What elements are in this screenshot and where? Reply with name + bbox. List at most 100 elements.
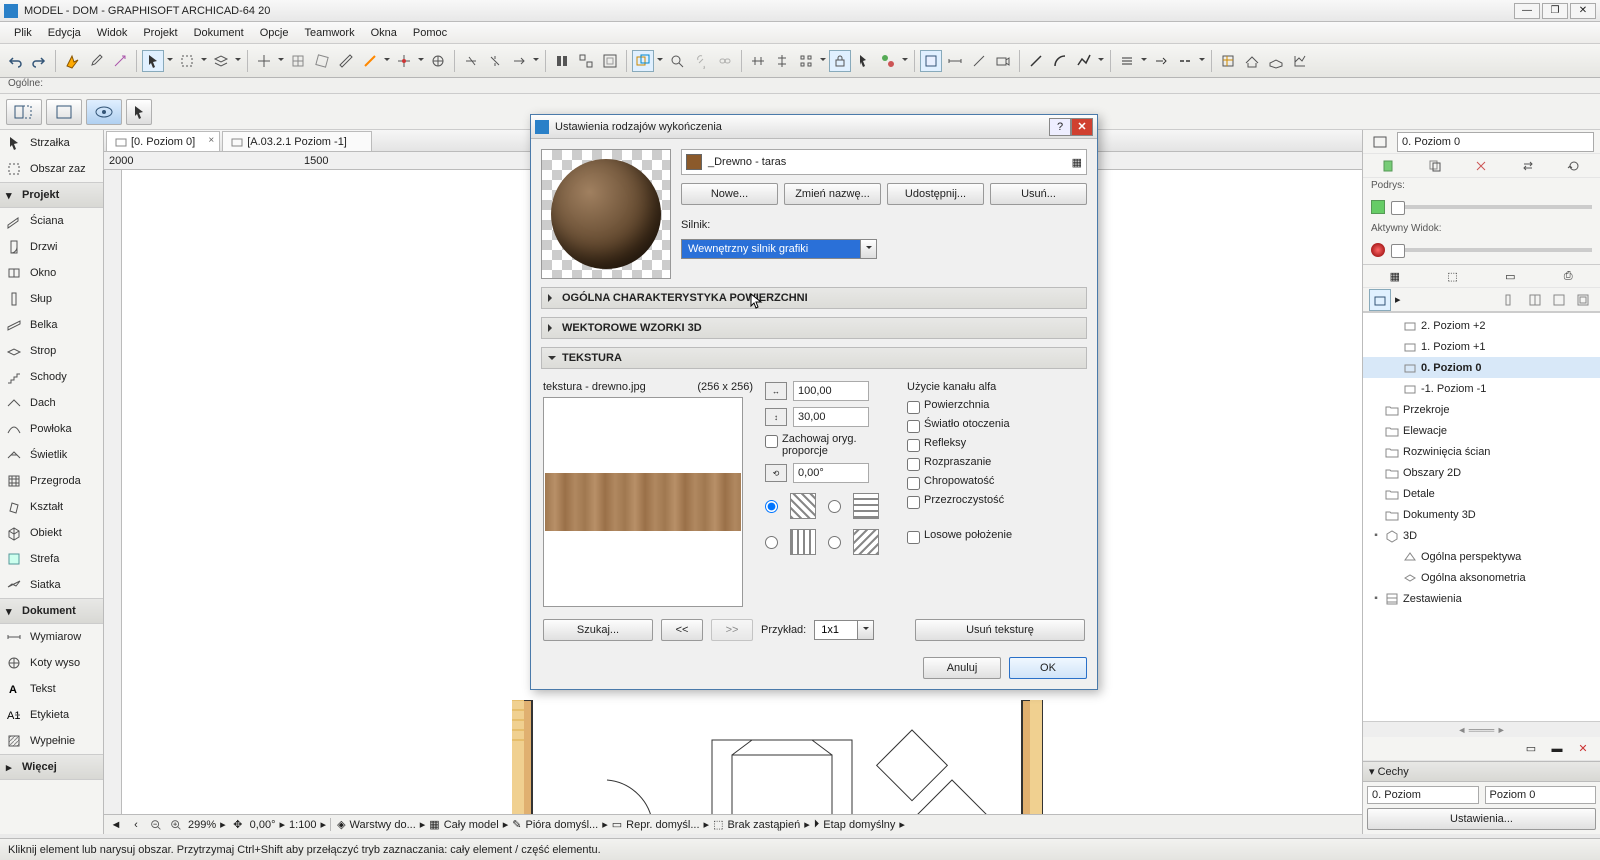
override-combo[interactable]: Brak zastąpień [727, 819, 800, 831]
next-button[interactable]: >> [711, 619, 753, 641]
tool-slab[interactable]: Strop [0, 338, 103, 364]
align-h-icon[interactable] [747, 50, 769, 72]
nav-swap-icon[interactable] [1517, 155, 1539, 177]
chain-icon[interactable] [714, 50, 736, 72]
share-button[interactable]: Udostępnij... [887, 183, 984, 205]
tree-item[interactable]: ▪3D [1363, 525, 1600, 546]
tree-item[interactable]: 0. Poziom 0 [1363, 357, 1600, 378]
section-vector3d[interactable]: WEKTOROWE WZORKI 3D [541, 317, 1087, 339]
nav-prev-icon[interactable]: ‹ [128, 817, 144, 833]
cursor-mode-dropdown[interactable] [166, 58, 174, 64]
alpha-checkbox-1[interactable] [907, 420, 920, 433]
origin-icon[interactable] [427, 50, 449, 72]
guide-dropdown[interactable] [383, 58, 391, 64]
nav-new-icon[interactable] [1378, 155, 1400, 177]
search-button[interactable]: Szukaj... [543, 619, 653, 641]
repr-combo[interactable]: Repr. domyśl... [626, 819, 699, 831]
menu-help[interactable]: Pomoc [405, 27, 455, 39]
height-input[interactable] [793, 407, 869, 427]
suspend-icon[interactable] [551, 50, 573, 72]
continue-icon[interactable] [1150, 50, 1172, 72]
dimension-tool-icon[interactable] [944, 50, 966, 72]
dialog-help-icon[interactable]: ? [1049, 118, 1071, 136]
tool-column[interactable]: Słup [0, 286, 103, 312]
nav-mode-icon[interactable] [1369, 131, 1391, 153]
prev-button[interactable]: << [661, 619, 703, 641]
menu-teamwork[interactable]: Teamwork [296, 27, 362, 39]
tree-item[interactable]: 1. Poziom +1 [1363, 336, 1600, 357]
prop-story-r[interactable]: Poziom 0 [1485, 786, 1597, 804]
offset-icon[interactable] [1116, 50, 1138, 72]
width-input[interactable] [793, 381, 869, 401]
trace-icon[interactable] [632, 50, 654, 72]
distribute-dropdown[interactable] [819, 58, 827, 64]
grid-toggle-icon[interactable] [287, 50, 309, 72]
tab-close-icon[interactable]: × [208, 135, 214, 146]
nav-view-book-icon[interactable] [1524, 289, 1546, 311]
nav-view-layout-icon[interactable] [1572, 289, 1594, 311]
tree-item[interactable]: Elewacje [1363, 420, 1600, 441]
zoom-in-icon[interactable] [168, 817, 184, 833]
tree-item[interactable]: ▪Zestawienia [1363, 588, 1600, 609]
roof-profile-icon[interactable] [1241, 50, 1263, 72]
renovation-dropdown[interactable] [901, 58, 909, 64]
nav-delete-icon[interactable] [1470, 155, 1492, 177]
layers-combo[interactable]: Warstwy do... [350, 819, 416, 831]
nav-first-icon[interactable]: ◄ [108, 817, 124, 833]
nav-view-pub-icon[interactable] [1548, 289, 1570, 311]
tab-poziom-minus1[interactable]: [A.03.2.1 Poziom -1] [222, 131, 372, 151]
activeview-slider[interactable] [1391, 248, 1592, 252]
material-picker-icon[interactable]: ▦ [1072, 156, 1082, 169]
mode-geometry-icon[interactable] [6, 99, 42, 125]
remove-texture-button[interactable]: Usuń teksturę [915, 619, 1085, 641]
mode-orbit-icon[interactable] [86, 99, 122, 125]
tool-roof[interactable]: Dach [0, 390, 103, 416]
grid-rotated-icon[interactable] [311, 50, 333, 72]
random-position-checkbox[interactable] [907, 531, 920, 544]
nav-tool1-icon[interactable]: ▦ [1384, 265, 1406, 287]
tool-arrow[interactable]: Strzałka [0, 130, 103, 156]
menu-view[interactable]: Widok [89, 27, 136, 39]
tool-morph[interactable]: Kształt [0, 494, 103, 520]
measure-icon[interactable] [335, 50, 357, 72]
pens-combo[interactable]: Pióra domyśl... [525, 819, 598, 831]
trace-dropdown[interactable] [656, 58, 664, 64]
minimize-button[interactable]: — [1514, 3, 1540, 19]
navigator-tree[interactable]: 2. Poziom +21. Poziom +10. Poziom 0-1. P… [1363, 312, 1600, 721]
toolbox-more[interactable]: ▸Więcej [0, 754, 103, 780]
alpha-checkbox-2[interactable] [907, 439, 920, 452]
camera-icon[interactable] [992, 50, 1014, 72]
tool-fill[interactable]: Wypełnie [0, 728, 103, 754]
menu-windows[interactable]: Okna [363, 27, 405, 39]
tool-mesh[interactable]: Siatka [0, 572, 103, 598]
offset-dropdown[interactable] [1140, 58, 1148, 64]
renovation-icon[interactable] [877, 50, 899, 72]
align-v-icon[interactable] [771, 50, 793, 72]
menu-options[interactable]: Opcje [252, 27, 297, 39]
snap-point-icon[interactable] [393, 50, 415, 72]
split-icon[interactable] [484, 50, 506, 72]
pattern-1-radio[interactable] [765, 500, 778, 513]
section-general[interactable]: OGÓLNA CHARAKTERYSTYKA POWIERZCHNI [541, 287, 1087, 309]
marquee-dropdown[interactable] [200, 58, 208, 64]
arc-icon[interactable] [1049, 50, 1071, 72]
polyline-dropdown[interactable] [1097, 58, 1105, 64]
sample-combo[interactable]: 1x1 [814, 620, 874, 640]
settings-button[interactable]: Ustawienia... [1367, 808, 1596, 830]
nav-tool2-icon[interactable]: ⬚ [1442, 265, 1464, 287]
tree-item[interactable]: -1. Poziom -1 [1363, 378, 1600, 399]
nav-view-map-icon[interactable] [1500, 289, 1522, 311]
delete-button[interactable]: Usuń... [990, 183, 1087, 205]
close-button[interactable]: ✕ [1570, 3, 1596, 19]
tree-item[interactable]: Dokumenty 3D [1363, 504, 1600, 525]
tree-item[interactable]: Ogólna aksonometria [1363, 567, 1600, 588]
guide-icon[interactable] [359, 50, 381, 72]
tool-level[interactable]: Koty wyso [0, 650, 103, 676]
distribute-icon[interactable] [795, 50, 817, 72]
dialog-close-icon[interactable]: ✕ [1071, 118, 1093, 136]
break-dropdown[interactable] [1198, 58, 1206, 64]
marquee-icon[interactable] [176, 50, 198, 72]
tree-item[interactable]: Przekroje [1363, 399, 1600, 420]
lock-icon[interactable] [829, 50, 851, 72]
tree-item[interactable]: Obszary 2D [1363, 462, 1600, 483]
